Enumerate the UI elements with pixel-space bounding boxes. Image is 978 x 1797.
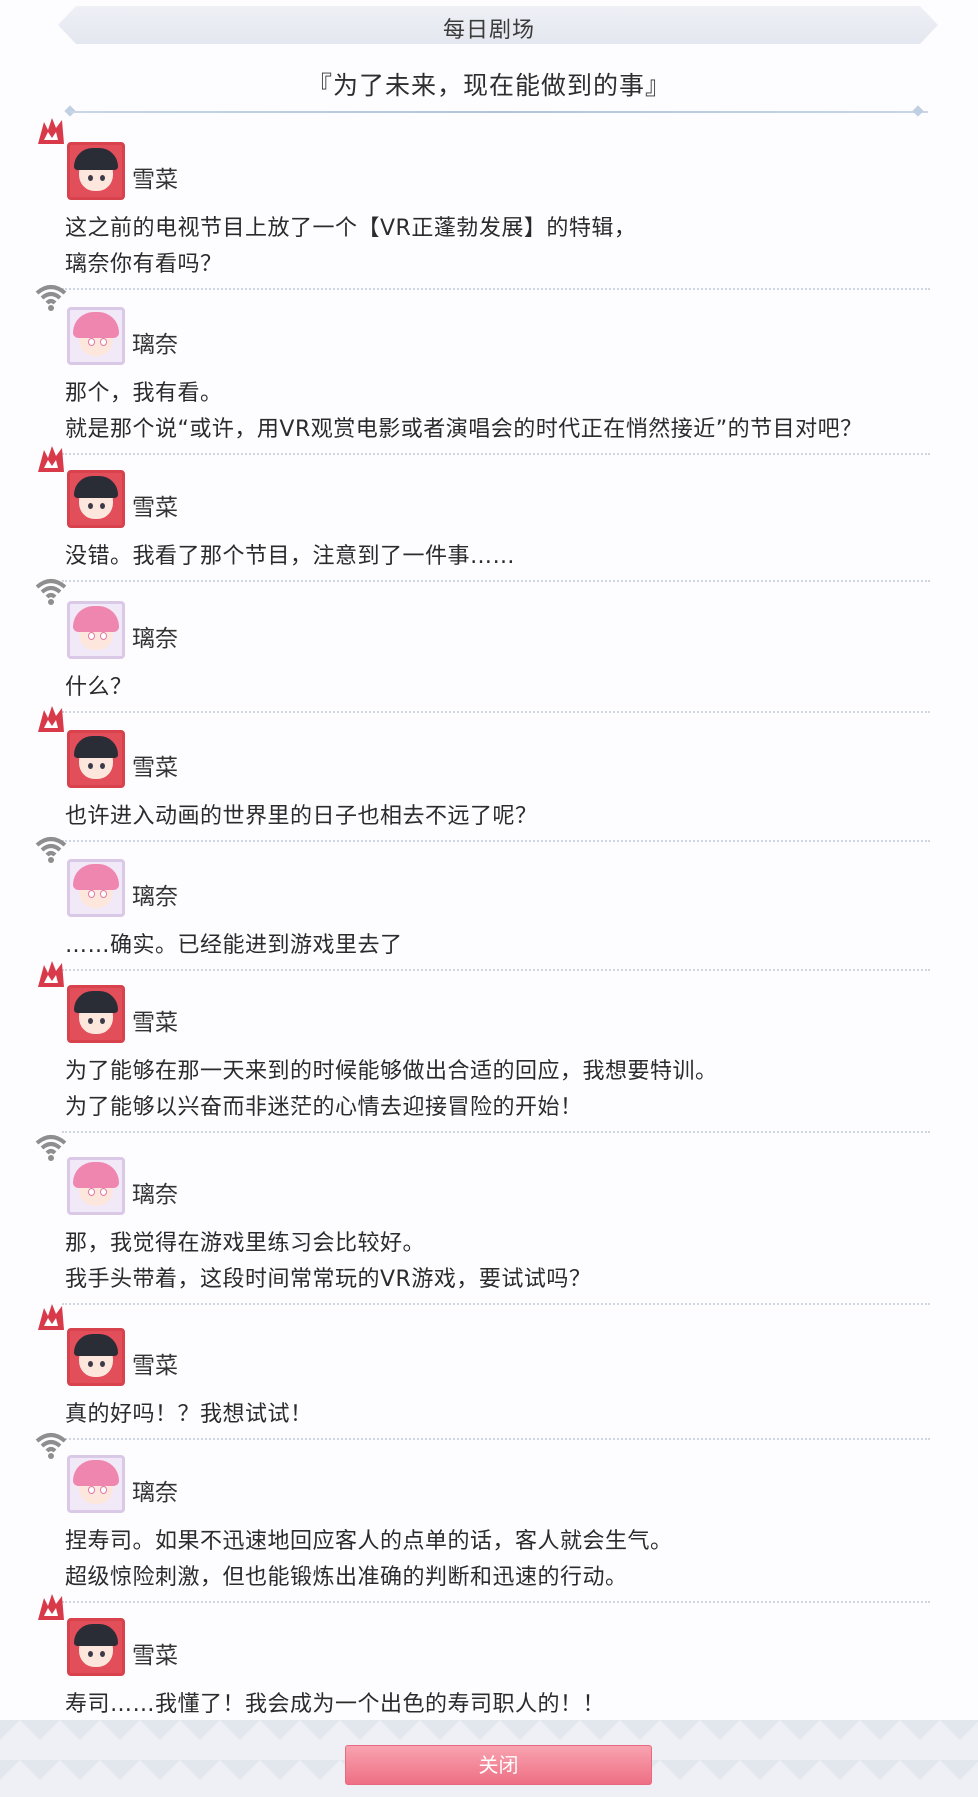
rina-avatar	[67, 601, 125, 659]
entry-separator	[62, 969, 930, 971]
wifi-badge-icon	[35, 285, 67, 311]
dialogue-list[interactable]: 雪菜 这之前的电视节目上放了一个【VR正蓬勃发展】的特辑， 璃奈你有看吗？ 璃奈 那个，…	[0, 0, 978, 1730]
entry-separator	[62, 288, 930, 290]
dialogue-line: 这之前的电视节目上放了一个【VR正蓬勃发展】的特辑，	[65, 216, 637, 241]
speaker-name: 璃奈	[132, 626, 178, 652]
speaker-name: 雪菜	[132, 167, 178, 193]
dialogue-line: 为了能够以兴奋而非迷茫的心情去迎接冒险的开始！	[65, 1095, 583, 1120]
speaker-name: 雪菜	[132, 755, 178, 781]
dialogue-line: 就是那个说“或许，用VR观赏电影或者演唱会的时代正在悄然接近”的节目对吧？	[65, 417, 863, 442]
setsuna-avatar	[67, 470, 125, 528]
speaker-name: 雪菜	[132, 1643, 178, 1669]
fire-badge-icon	[38, 118, 64, 144]
fire-badge-icon	[38, 961, 64, 987]
setsuna-avatar	[67, 985, 125, 1043]
dialogue-line: 真的好吗！？我想试试！	[65, 1402, 313, 1427]
dialogue-line: 没错。我看了那个节目，注意到了一件事……	[65, 544, 516, 569]
wifi-badge-icon	[35, 579, 67, 605]
dialogue-line: 璃奈你有看吗？	[65, 252, 223, 277]
entry-separator	[62, 1303, 930, 1305]
setsuna-avatar	[67, 1618, 125, 1676]
dialogue-line: 也许进入动画的世界里的日子也相去不远了呢？	[65, 804, 538, 829]
dialogue-line: 捏寿司。如果不迅速地回应客人的点单的话，客人就会生气。	[65, 1529, 673, 1554]
wifi-badge-icon	[35, 1433, 67, 1459]
entry-separator	[62, 453, 930, 455]
rina-avatar	[67, 1157, 125, 1215]
speaker-name: 雪菜	[132, 495, 178, 521]
dialogue-line: 寿司……我懂了！我会成为一个出色的寿司职人的！！	[65, 1692, 606, 1717]
fire-badge-icon	[38, 1304, 64, 1330]
fire-badge-icon	[38, 446, 64, 472]
entry-separator	[62, 1131, 930, 1133]
wifi-badge-icon	[35, 837, 67, 863]
speaker-name: 雪菜	[132, 1353, 178, 1379]
speaker-name: 雪菜	[132, 1010, 178, 1036]
dialogue-line: 为了能够在那一天来到的时候能够做出合适的回应，我想要特训。	[65, 1059, 718, 1084]
entry-separator	[62, 1601, 930, 1603]
setsuna-avatar	[67, 1328, 125, 1386]
dialogue-line: 超级惊险刺激，但也能锻炼出准确的判断和迅速的行动。	[65, 1565, 628, 1590]
speaker-name: 璃奈	[132, 1182, 178, 1208]
close-button[interactable]: 关闭	[345, 1745, 652, 1785]
fire-badge-icon	[38, 706, 64, 732]
speaker-name: 璃奈	[132, 884, 178, 910]
wifi-badge-icon	[35, 1135, 67, 1161]
rina-avatar	[67, 859, 125, 917]
entry-separator	[62, 840, 930, 842]
rina-avatar	[67, 307, 125, 365]
speaker-name: 璃奈	[132, 332, 178, 358]
dialogue-line: 我手头带着，这段时间常常玩的VR游戏，要试试吗？	[65, 1267, 592, 1292]
daily-theater-window: 每日剧场 『为了未来，现在能做到的事』 雪菜 这之前的电视节目上放了一个【VR正蓬…	[0, 0, 978, 1797]
fire-badge-icon	[38, 1594, 64, 1620]
rina-avatar	[67, 1455, 125, 1513]
setsuna-avatar	[67, 730, 125, 788]
entry-separator	[62, 1438, 930, 1440]
dialogue-line: 那，我觉得在游戏里练习会比较好。	[65, 1231, 426, 1256]
dialogue-line: ……确实。已经能进到游戏里去了	[65, 933, 403, 958]
entry-separator	[62, 580, 930, 582]
setsuna-avatar	[67, 142, 125, 200]
speaker-name: 璃奈	[132, 1480, 178, 1506]
dialogue-line: 什么？	[65, 675, 133, 700]
dialogue-line: 那个，我有看。	[65, 381, 223, 406]
entry-separator	[62, 711, 930, 713]
